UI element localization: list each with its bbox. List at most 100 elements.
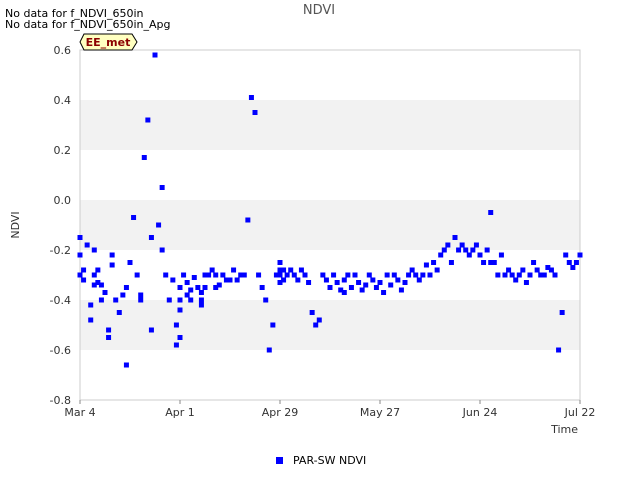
data-point [509,272,515,278]
data-point [181,272,187,278]
chart-title: NDVI [303,3,335,18]
grid-band [80,300,580,350]
y-tick-label: 0.0 [54,194,72,207]
y-tick-label: 0.2 [54,144,72,157]
data-point [320,272,326,278]
data-point [541,272,547,278]
data-point [134,272,140,278]
data-point [431,260,437,265]
data-point [177,285,183,290]
data-point [109,252,115,258]
data-point [563,252,569,258]
data-point [516,272,522,278]
data-point [81,267,87,273]
data-point [148,235,154,240]
data-point [277,260,283,265]
data-point [331,272,337,278]
data-point [513,277,519,283]
data-point [173,342,179,348]
data-point [231,267,237,273]
data-point [184,292,190,298]
grid-band [80,150,580,200]
data-point [363,282,369,288]
data-point [381,290,387,295]
data-point [295,277,301,283]
plot-bands [80,50,580,400]
data-point [466,252,472,258]
data-point [95,267,101,273]
data-point [316,317,322,323]
data-point [120,292,126,298]
data-point [313,322,319,328]
y-tick-label: -0.6 [50,344,71,357]
data-point [148,327,154,333]
data-point [323,277,329,283]
data-point [527,272,533,278]
grid-band [80,350,580,400]
data-point [416,277,422,283]
data-point [159,185,165,190]
data-point [141,155,147,160]
y-tick-label: 0.4 [54,94,72,107]
data-point [445,242,451,248]
data-point [270,322,276,328]
legend: PAR-SW NDVI [276,454,366,467]
data-point [413,272,419,278]
data-point [488,210,494,215]
data-point [123,285,129,290]
data-point [473,242,479,248]
data-point [241,272,247,278]
data-point [302,272,308,278]
data-point [370,277,376,283]
data-point [113,297,119,303]
data-point [438,252,444,258]
data-point [106,327,112,333]
x-tick-label: Apr 1 [165,406,195,419]
data-point [198,297,204,303]
data-point [109,262,115,268]
data-point [573,260,579,265]
data-point [448,260,454,265]
data-point [359,287,365,293]
data-point [498,252,504,258]
data-point [341,277,347,283]
data-point [213,272,219,278]
data-point [356,280,362,285]
data-point [191,275,197,280]
data-point [245,217,251,223]
x-tick-label: Jun 24 [462,406,498,419]
data-point [177,297,183,303]
data-point [77,272,83,278]
data-point [281,277,287,283]
data-point [456,247,462,253]
data-point [106,335,112,340]
data-point [177,335,183,340]
y-axis: 0.60.40.20.0-0.2-0.4-0.6-0.8 [50,44,71,407]
data-point [123,362,129,368]
data-point [406,272,412,278]
y-tick-label: -0.4 [50,294,71,307]
data-point [491,260,497,265]
y-tick-label: -0.2 [50,244,71,257]
data-point [388,282,394,288]
data-point [84,242,90,248]
data-point [284,272,290,278]
data-point [91,247,97,253]
data-point [459,242,465,248]
data-point [256,272,262,278]
data-point [556,347,562,353]
ndvi-chart: NDVI 0.60.40.20.0-0.2-0.4-0.6-0.8 Mar 4A… [9,3,595,467]
data-point [427,272,433,278]
badge[interactable]: EE_met [79,33,138,51]
data-point [531,260,537,265]
data-point [495,272,501,278]
data-point [552,272,558,278]
data-point [559,310,565,315]
data-point [88,302,94,308]
data-point [373,285,379,290]
data-point [327,285,333,290]
data-point [288,267,294,273]
data-point [570,265,576,270]
data-point [523,280,529,285]
data-point [263,297,269,303]
